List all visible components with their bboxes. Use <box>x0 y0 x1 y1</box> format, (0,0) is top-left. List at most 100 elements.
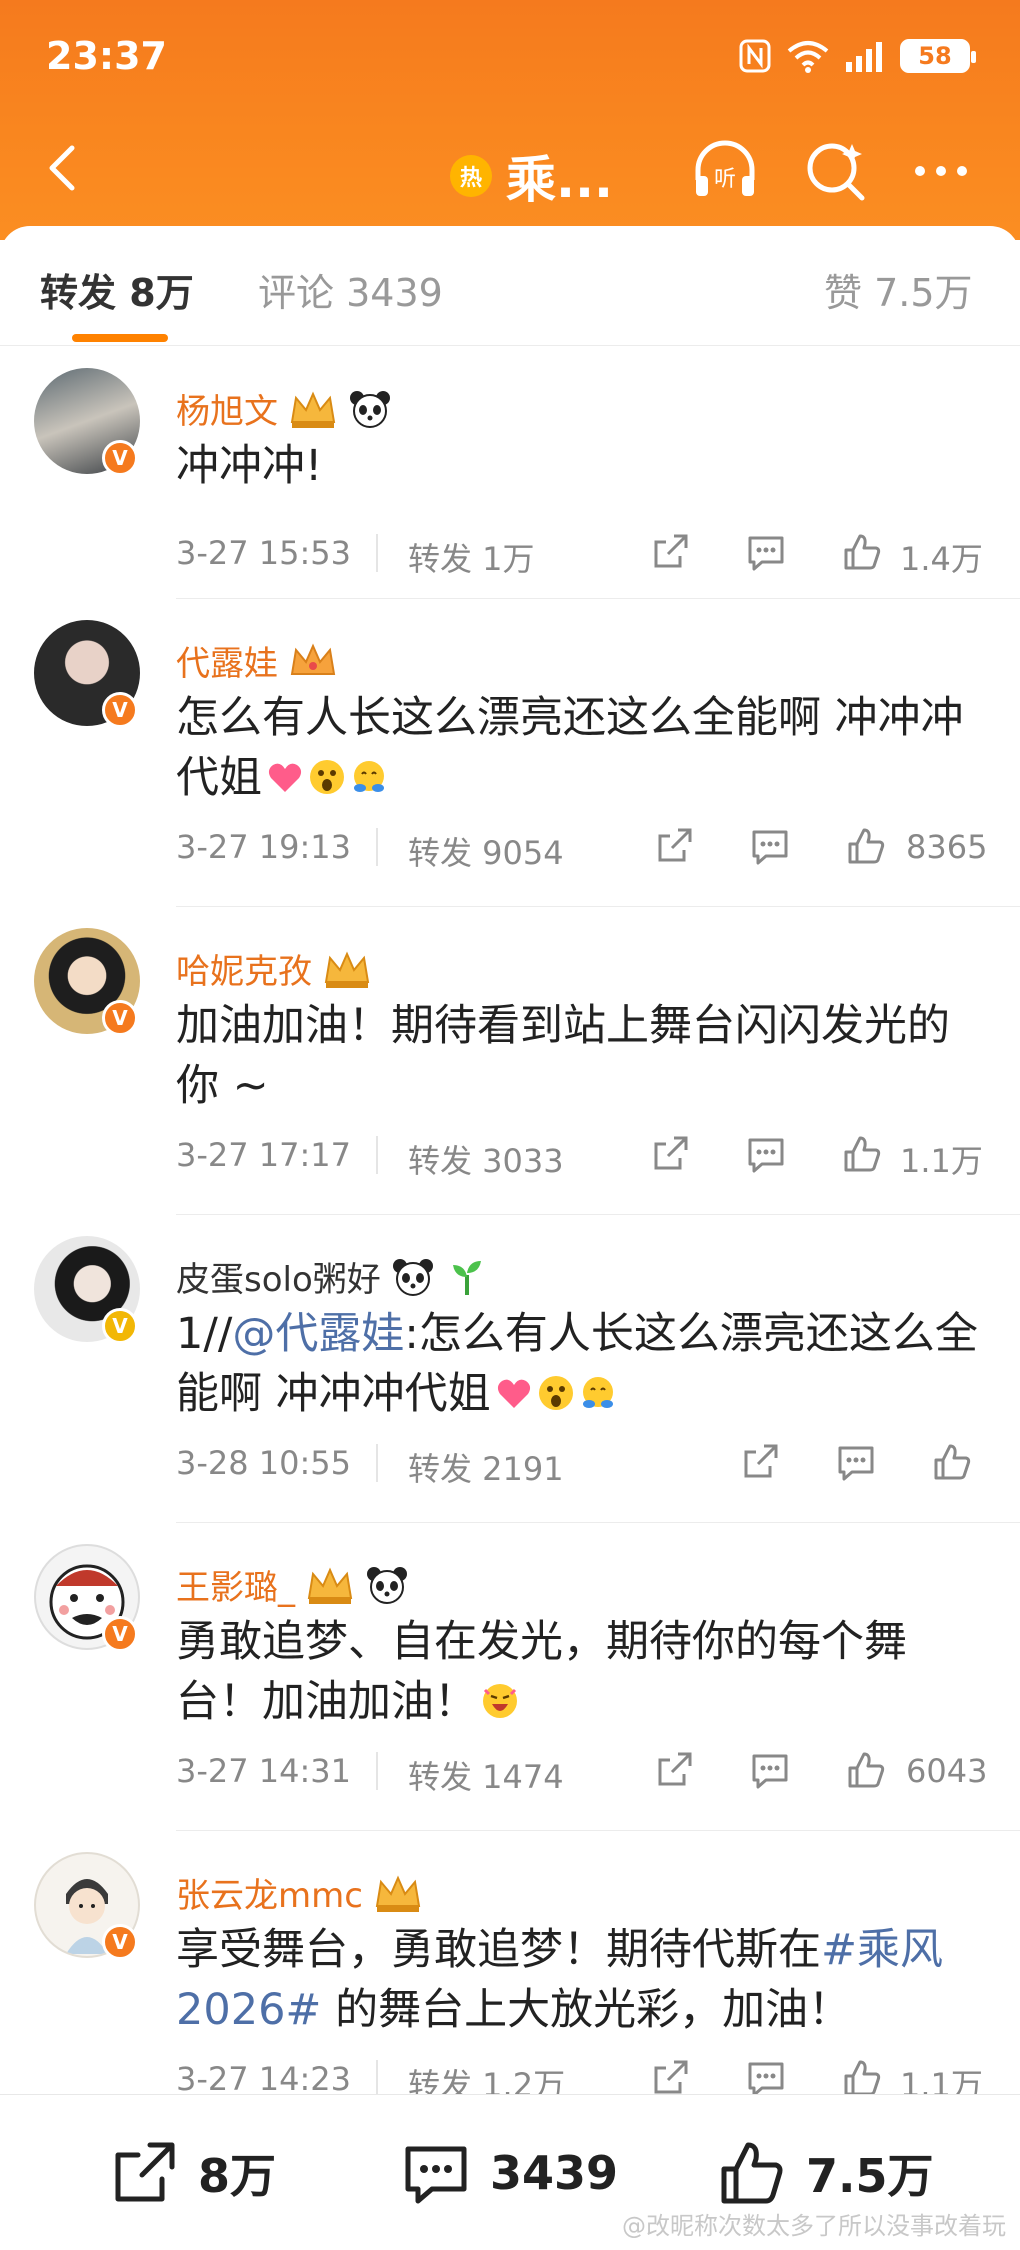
tab-repost-label: 转发 <box>40 271 117 315</box>
tab-comments[interactable]: 评论 3439 <box>258 262 443 317</box>
heart-emoji-icon <box>268 763 302 792</box>
status-time: 23:37 <box>46 34 167 78</box>
repost-text: 冲冲冲! <box>176 441 323 491</box>
user-name[interactable]: 杨旭文 <box>176 384 278 433</box>
topic-title-text: 乘... <box>506 151 613 209</box>
comment-count: 3439 <box>490 2146 619 2200</box>
repost-count: 8万 <box>198 2149 277 2203</box>
listen-icon[interactable]: 听 <box>690 136 760 206</box>
divider <box>176 1214 1020 1215</box>
hug-emoji-icon <box>582 1377 613 1408</box>
nav-bar: 热 乘... 听 <box>0 120 1020 220</box>
like-icon[interactable] <box>844 1748 888 1792</box>
user-name[interactable]: 皮蛋solo粥好 <box>176 1252 381 1301</box>
meta-row: 3-27 15:53 转发 1万 1.4万 <box>176 528 996 578</box>
tab-likes[interactable]: 赞 7.5万 <box>824 262 973 317</box>
like-count: 1.4万 <box>900 540 983 578</box>
like-count: 7.5万 <box>806 2149 934 2203</box>
topic-title[interactable]: 热 乘... <box>450 140 613 212</box>
tab-repost-count: 8万 <box>129 271 194 315</box>
verified-badge-icon: V <box>102 1616 138 1652</box>
forward-count: 转发 2191 <box>408 1450 564 1488</box>
like-icon <box>721 2142 783 2204</box>
separator <box>376 2060 378 2098</box>
search-icon[interactable] <box>802 136 872 206</box>
repost-button[interactable]: 8万 <box>108 2137 276 2209</box>
forward-count: 转发 1474 <box>408 1758 564 1796</box>
excited-emoji-icon <box>483 1684 517 1718</box>
like-icon[interactable] <box>844 824 888 868</box>
panda-icon <box>392 1258 433 1296</box>
content-sheet: 转发 8万 评论 3439 赞 7.5万 V 杨旭文 冲冲冲! 3-27 15:… <box>0 226 1020 2250</box>
weibo-post-page: 23:37 58 热 乘... 听 转发 8万 评论 3439 赞 7.5万 V… <box>0 0 1020 2250</box>
forward-count: 转发 3033 <box>408 1142 564 1180</box>
user-name[interactable]: 张云龙mmc <box>176 1868 363 1917</box>
user-name-row: 皮蛋solo粥好 <box>176 1252 489 1301</box>
like-button[interactable]: 7.5万 <box>716 2137 934 2209</box>
divider <box>176 1830 1020 1831</box>
repost-text: 勇敢追梦、自在发光，期待你的每个舞台！加油加油！ <box>176 1612 986 1732</box>
battery-indicator: 58 <box>900 39 976 73</box>
post-date: 3-27 15:53 <box>176 534 352 572</box>
repost-text: 1//@代露娃:怎么有人长这么漂亮还这么全能啊 冲冲冲代姐 <box>176 1304 986 1424</box>
more-icon[interactable] <box>906 136 976 206</box>
comment-icon[interactable] <box>748 1748 792 1792</box>
like-icon[interactable] <box>840 1132 884 1176</box>
separator <box>376 1136 378 1174</box>
tab-comments-count: 3439 <box>346 271 443 315</box>
comment-button[interactable]: 3439 <box>400 2137 618 2209</box>
like-count: 8365 <box>906 828 988 866</box>
crown-icon <box>290 391 336 428</box>
repost-text: 享受舞台，勇敢追梦！期待代斯在#乘风2026# 的舞台上大放光彩，加油！ <box>176 1920 986 2040</box>
comment-icon <box>405 2146 467 2204</box>
panda-icon <box>367 1566 407 1604</box>
tab-likes-label: 赞 <box>824 271 863 315</box>
comment-icon[interactable] <box>748 824 792 868</box>
user-name-row: 张云龙mmc <box>176 1868 423 1917</box>
forward-count: 转发 9054 <box>408 834 564 872</box>
share-icon[interactable] <box>648 1132 692 1176</box>
share-icon[interactable] <box>652 824 696 868</box>
heart-emoji-icon <box>497 1379 530 1408</box>
wifi-icon <box>787 41 829 73</box>
user-name[interactable]: 哈妮克孜 <box>176 944 312 993</box>
shocked-emoji-icon <box>538 1376 573 1410</box>
repost-text-prefix: 1// <box>176 1309 233 1359</box>
active-tab-indicator <box>72 334 168 342</box>
back-arrow-icon[interactable] <box>36 138 96 198</box>
watermark: @改昵称次数太多了所以没事改着玩 <box>622 2212 1006 2240</box>
nfc-icon <box>739 39 771 73</box>
comment-icon[interactable] <box>744 1132 788 1176</box>
repost-icon <box>115 2142 175 2202</box>
tab-comments-label: 评论 <box>258 271 335 315</box>
meta-row: 3-27 14:31 转发 1474 6043 <box>176 1746 996 1796</box>
share-icon[interactable] <box>648 530 692 574</box>
comment-icon[interactable] <box>834 1440 878 1484</box>
divider <box>176 906 1020 907</box>
like-icon[interactable] <box>930 1440 974 1484</box>
status-icons: 58 <box>738 38 976 74</box>
user-name[interactable]: 代露娃 <box>176 636 278 685</box>
tab-likes-count: 7.5万 <box>874 271 973 315</box>
meta-row: 3-28 10:55 转发 2191 <box>176 1438 996 1488</box>
crown-icon <box>324 951 370 988</box>
tab-repost[interactable]: 转发 8万 <box>40 262 194 317</box>
separator <box>376 1444 378 1482</box>
share-icon[interactable] <box>738 1440 782 1484</box>
status-bar: 23:37 58 <box>0 0 1020 115</box>
post-date: 3-27 14:31 <box>176 1752 352 1790</box>
like-icon[interactable] <box>840 530 884 574</box>
divider <box>176 598 1020 599</box>
post-date: 3-27 14:23 <box>176 2060 352 2098</box>
share-icon[interactable] <box>652 1748 696 1792</box>
post-date: 3-27 19:13 <box>176 828 352 866</box>
shocked-emoji-icon <box>310 760 344 794</box>
repost-text: 怎么有人长这么漂亮还这么全能啊 冲冲冲代姐 <box>176 688 986 808</box>
repost-text-content: 勇敢追梦、自在发光，期待你的每个舞台！加油加油！ <box>176 1617 907 1727</box>
user-name-row: 王影璐_ <box>176 1560 409 1609</box>
verified-badge-icon: V <box>102 1924 138 1960</box>
mention-link[interactable]: @代露娃 <box>232 1309 404 1359</box>
user-name[interactable]: 王影璐_ <box>176 1560 295 1609</box>
verified-badge-icon: V <box>102 1308 138 1344</box>
comment-icon[interactable] <box>744 530 788 574</box>
